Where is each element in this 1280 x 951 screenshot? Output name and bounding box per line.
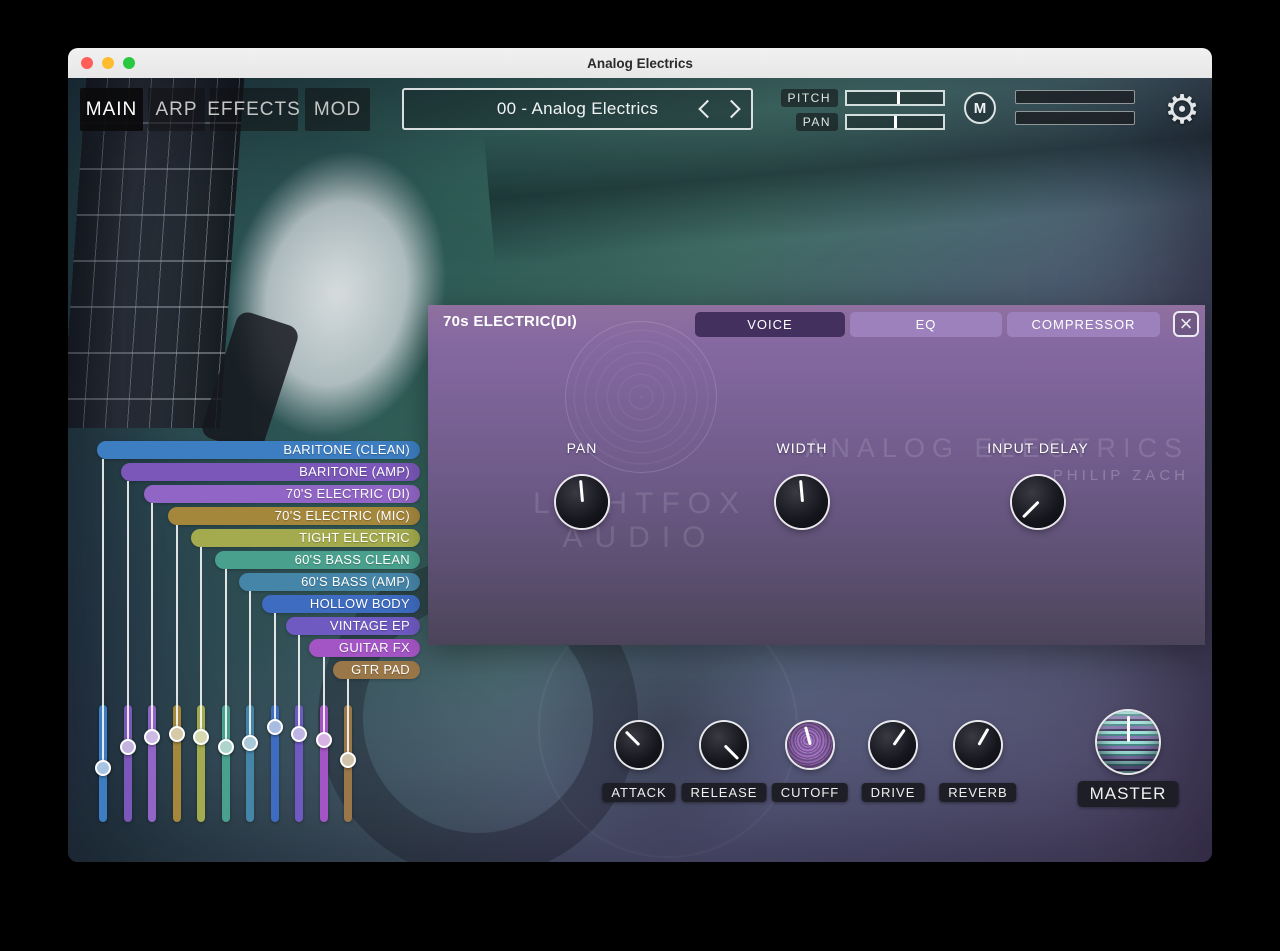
tab-effects[interactable]: EFFECTS — [210, 88, 298, 131]
pitch-marker — [897, 92, 900, 104]
traffic-lights — [81, 57, 135, 69]
window-title: Analog Electrics — [587, 56, 693, 71]
knob-master[interactable] — [1097, 711, 1159, 773]
preset-prev-icon[interactable] — [698, 100, 716, 118]
knob-label: DRIVE — [862, 783, 925, 802]
pan-slider[interactable] — [845, 114, 945, 130]
settings-gear-icon[interactable]: ⚙ — [1158, 86, 1206, 134]
knob-needle-icon — [799, 480, 804, 502]
knob-needle-icon — [723, 744, 739, 760]
knob-width[interactable] — [776, 476, 828, 528]
panel-title: 70s ELECTRIC(DI) — [443, 313, 577, 330]
knob-attack[interactable] — [616, 722, 662, 768]
tab-arp[interactable]: ARP — [148, 88, 205, 131]
knob-label: REVERB — [939, 783, 1016, 802]
zoom-window-button[interactable] — [123, 57, 135, 69]
knob-reverb[interactable] — [955, 722, 1001, 768]
pitch-label: PITCH — [781, 89, 839, 107]
tab-eq[interactable]: EQ — [850, 312, 1002, 337]
tab-voice[interactable]: VOICE — [695, 312, 845, 337]
preset-name: 00 - Analog Electrics — [497, 99, 658, 119]
app-window: Analog Electrics MAIN ARP EFFECTS MOD 00… — [68, 48, 1212, 862]
tab-mod[interactable]: MOD — [305, 88, 370, 131]
knob-label: RELEASE — [682, 783, 767, 802]
knob-label: ATTACK — [602, 783, 675, 802]
level-meter-2 — [1015, 111, 1135, 125]
close-icon: × — [1180, 313, 1193, 335]
titlebar: Analog Electrics — [68, 48, 1212, 78]
knob-needle-icon — [892, 728, 906, 746]
desktop-background: Analog Electrics MAIN ARP EFFECTS MOD 00… — [0, 0, 1280, 951]
pan-label: PAN — [796, 113, 838, 131]
knob-needle-icon — [1127, 716, 1130, 742]
knob-needle-icon — [804, 726, 812, 745]
knob-label: WIDTH — [777, 440, 828, 456]
close-window-button[interactable] — [81, 57, 93, 69]
knob-label: INPUT DELAY — [987, 440, 1089, 456]
knob-input-delay[interactable] — [1012, 476, 1064, 528]
panel-close-button[interactable]: × — [1173, 311, 1199, 337]
knob-needle-icon — [977, 728, 989, 746]
pan-row: PAN — [768, 113, 945, 131]
plugin-ui: MAIN ARP EFFECTS MOD 00 - Analog Electri… — [68, 78, 1212, 862]
knob-label: MASTER — [1078, 781, 1179, 807]
tab-main[interactable]: MAIN — [80, 88, 143, 131]
knob-needle-icon — [1022, 501, 1040, 519]
pitch-row: PITCH — [768, 89, 945, 107]
level-meter-1 — [1015, 90, 1135, 104]
midi-button[interactable]: M — [964, 92, 996, 124]
knob-pan[interactable] — [556, 476, 608, 528]
knob-release[interactable] — [701, 722, 747, 768]
preset-selector[interactable]: 00 - Analog Electrics — [402, 88, 753, 130]
tab-compressor[interactable]: COMPRESSOR — [1007, 312, 1160, 337]
pan-marker — [894, 116, 897, 128]
pitch-pan-controls: PITCH PAN — [768, 89, 945, 137]
knob-needle-icon — [579, 480, 584, 502]
knob-label: CUTOFF — [772, 783, 848, 802]
knob-label: PAN — [567, 440, 598, 456]
pitch-slider[interactable] — [845, 90, 945, 106]
preset-next-icon[interactable] — [722, 100, 740, 118]
knob-cutoff[interactable] — [787, 722, 833, 768]
minimize-window-button[interactable] — [102, 57, 114, 69]
knob-drive[interactable] — [870, 722, 916, 768]
editor-panel: 70s ELECTRIC(DI) VOICE EQ COMPRESSOR × L… — [428, 305, 1205, 645]
panel-knobs: PAN WIDTH INPUT DELAY — [428, 305, 1205, 645]
knob-needle-icon — [624, 730, 640, 746]
